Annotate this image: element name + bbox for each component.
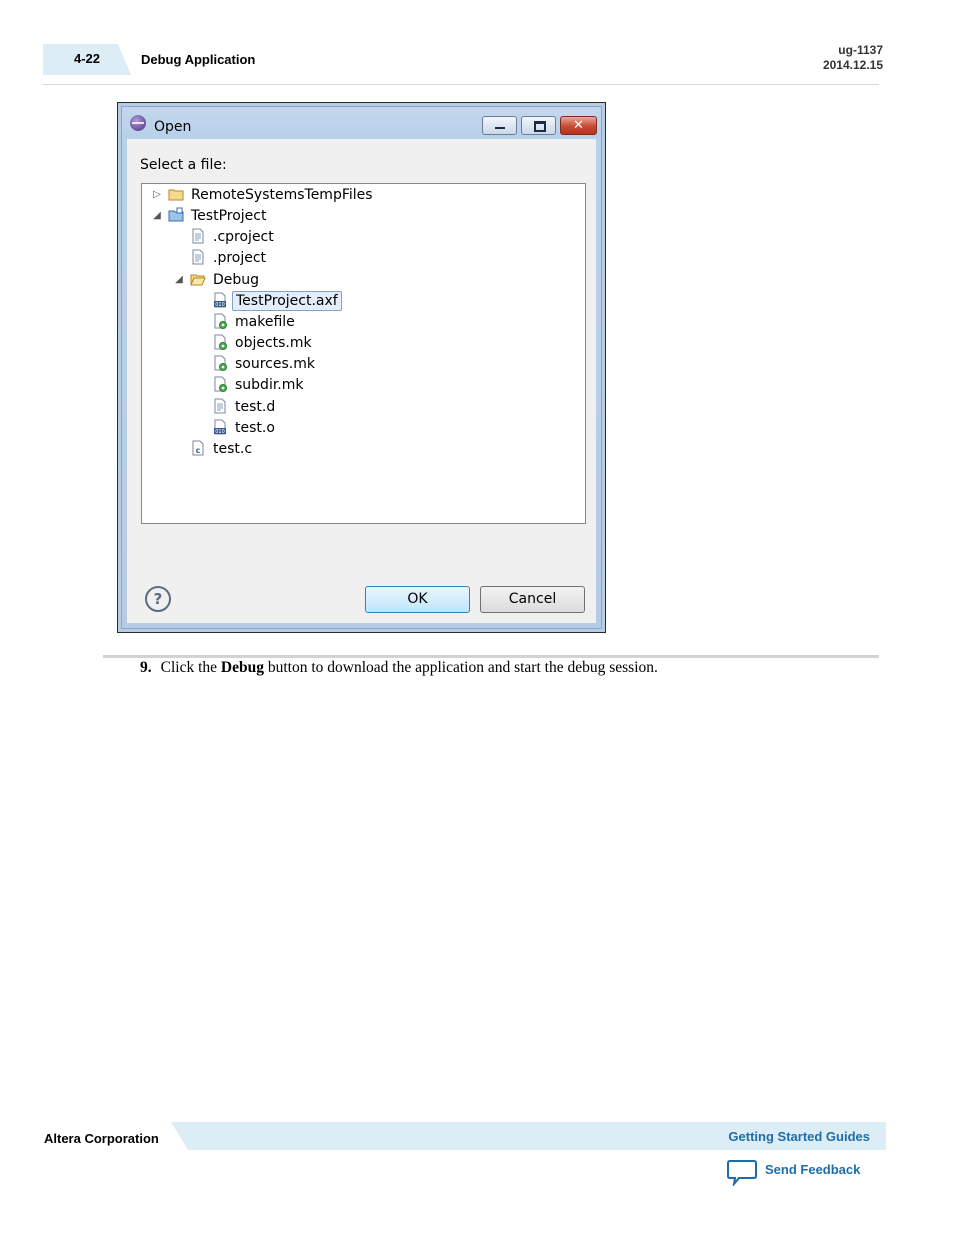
tree-item[interactable]: subdir.mk <box>212 375 307 395</box>
tree-item[interactable]: 010 TestProject.axf <box>212 290 342 311</box>
select-file-label: Select a file: <box>140 157 227 173</box>
collapse-arrow-icon[interactable]: ▷ <box>152 185 162 205</box>
dialog-client: Select a file: ▷ RemoteSystemsTempFiles ◢ T… <box>127 139 596 623</box>
svg-text:010: 010 <box>215 429 225 435</box>
tree-item-label: RemoteSystemsTempFiles <box>191 187 373 203</box>
page-number: 4-22 <box>74 51 101 66</box>
step-text-after: button to download the application and s… <box>263 659 658 676</box>
expand-arrow-icon[interactable]: ◢ <box>174 270 184 290</box>
step-9: 9. Click the Debug button to download the… <box>140 659 658 677</box>
make-file-icon <box>212 334 228 351</box>
ok-button[interactable]: OK <box>365 586 470 613</box>
dialog-title: Open <box>154 119 192 135</box>
doc-date: 2014.12.15 <box>822 58 883 72</box>
svg-text:c: c <box>196 446 201 455</box>
svg-text:010: 010 <box>215 302 225 308</box>
send-feedback-link[interactable]: Send Feedback <box>765 1162 860 1177</box>
section-title: Debug Application <box>141 52 256 67</box>
tree-item-label: TestProject.axf <box>232 290 342 311</box>
binary-file-icon: 010 <box>212 292 228 308</box>
doc-meta: ug-1137 2014.12.15 <box>823 43 883 73</box>
tree-item[interactable]: c test.c <box>190 439 255 459</box>
section-rule <box>103 655 879 658</box>
tree-item[interactable]: .project <box>190 248 269 268</box>
open-dialog: Open ✕ Select a file: ▷ RemoteSystemsTemp… <box>117 102 606 633</box>
tree-item[interactable]: test.d <box>212 397 278 417</box>
tree-item-label: test.c <box>213 440 253 457</box>
make-file-icon <box>212 376 228 393</box>
close-icon: ✕ <box>573 118 584 133</box>
tree-item[interactable]: ◢ Debug <box>175 270 262 290</box>
file-tree[interactable]: ▷ RemoteSystemsTempFiles ◢ TestProject .cpro… <box>141 183 586 524</box>
project-folder-icon <box>168 207 184 223</box>
c-file-icon: c <box>190 440 206 456</box>
tree-item-label: objects.mk <box>235 335 312 352</box>
tree-item[interactable]: 010 test.o <box>212 418 278 438</box>
tree-item-label: makefile <box>235 313 295 330</box>
tree-item-label: subdir.mk <box>235 377 304 394</box>
feedback-icon[interactable] <box>727 1159 757 1186</box>
step-number: 9. <box>140 659 152 676</box>
make-file-icon <box>212 313 228 329</box>
open-folder-icon <box>190 271 206 287</box>
dialog-titlebar[interactable]: Open ✕ <box>122 107 601 139</box>
tree-item[interactable]: .cproject <box>190 227 277 247</box>
folder-icon <box>168 186 184 202</box>
help-icon[interactable]: ? <box>145 586 171 612</box>
tree-item[interactable]: makefile <box>212 312 298 332</box>
cancel-button[interactable]: Cancel <box>480 586 585 613</box>
tree-item[interactable]: objects.mk <box>212 333 315 353</box>
getting-started-guides-link[interactable]: Getting Started Guides <box>728 1129 870 1144</box>
close-button[interactable]: ✕ <box>560 116 597 135</box>
doc-id: ug-1137 <box>838 43 883 57</box>
eclipse-icon <box>130 115 146 131</box>
text-file-icon <box>190 228 206 244</box>
tree-item[interactable]: ▷ RemoteSystemsTempFiles <box>153 185 376 205</box>
text-file-icon <box>190 249 206 265</box>
step-text-before: Click the <box>160 659 221 676</box>
tree-item-label: test.d <box>235 398 276 415</box>
text-file-icon <box>212 398 228 414</box>
tree-item-label: TestProject <box>191 208 267 225</box>
maximize-button[interactable] <box>521 116 556 135</box>
binary-file-icon: 010 <box>212 419 228 435</box>
tree-item-label: sources.mk <box>235 356 315 373</box>
tree-item[interactable]: sources.mk <box>212 354 318 374</box>
dialog-frame: Open ✕ Select a file: ▷ RemoteSystemsTemp… <box>121 106 602 629</box>
minimize-button[interactable] <box>482 116 517 135</box>
header-rule <box>43 84 879 85</box>
tree-item-label: test.o <box>235 419 275 436</box>
tree-item-label: .cproject <box>213 229 274 246</box>
tree-item-label: .project <box>213 250 267 267</box>
company-name: Altera Corporation <box>44 1131 159 1146</box>
step-text-bold: Debug <box>220 659 264 676</box>
tree-item-label: Debug <box>213 271 260 288</box>
expand-arrow-icon[interactable]: ◢ <box>152 206 162 226</box>
tree-item[interactable]: ◢ TestProject <box>153 206 269 226</box>
make-file-icon <box>212 355 228 372</box>
